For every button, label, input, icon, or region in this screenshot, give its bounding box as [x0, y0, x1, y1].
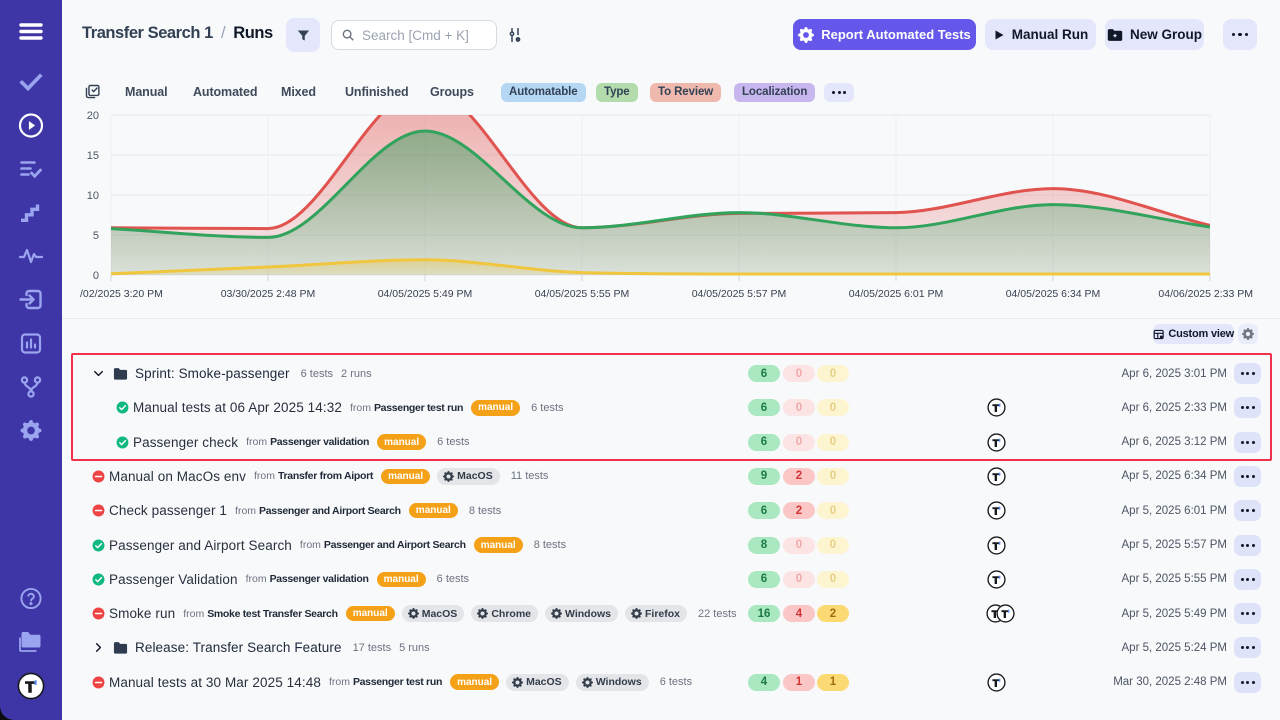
- svg-text:20: 20: [87, 110, 99, 122]
- svg-text:0: 0: [93, 270, 99, 282]
- svg-text:04/05/2025 6:01 PM: 04/05/2025 6:01 PM: [849, 288, 944, 300]
- svg-text:5: 5: [93, 230, 99, 242]
- svg-text:10: 10: [87, 190, 99, 202]
- svg-text:/02/2025 3:20 PM: /02/2025 3:20 PM: [80, 288, 163, 300]
- svg-text:04/06/2025 2:33 PM: 04/06/2025 2:33 PM: [1158, 288, 1253, 300]
- svg-text:04/05/2025 6:34 PM: 04/05/2025 6:34 PM: [1006, 288, 1101, 300]
- svg-text:03/30/2025 2:48 PM: 03/30/2025 2:48 PM: [221, 288, 316, 300]
- svg-text:04/05/2025 5:49 PM: 04/05/2025 5:49 PM: [378, 288, 473, 300]
- svg-text:04/05/2025 5:55 PM: 04/05/2025 5:55 PM: [535, 288, 630, 300]
- svg-text:15: 15: [87, 150, 99, 162]
- svg-text:04/05/2025 5:57 PM: 04/05/2025 5:57 PM: [692, 288, 787, 300]
